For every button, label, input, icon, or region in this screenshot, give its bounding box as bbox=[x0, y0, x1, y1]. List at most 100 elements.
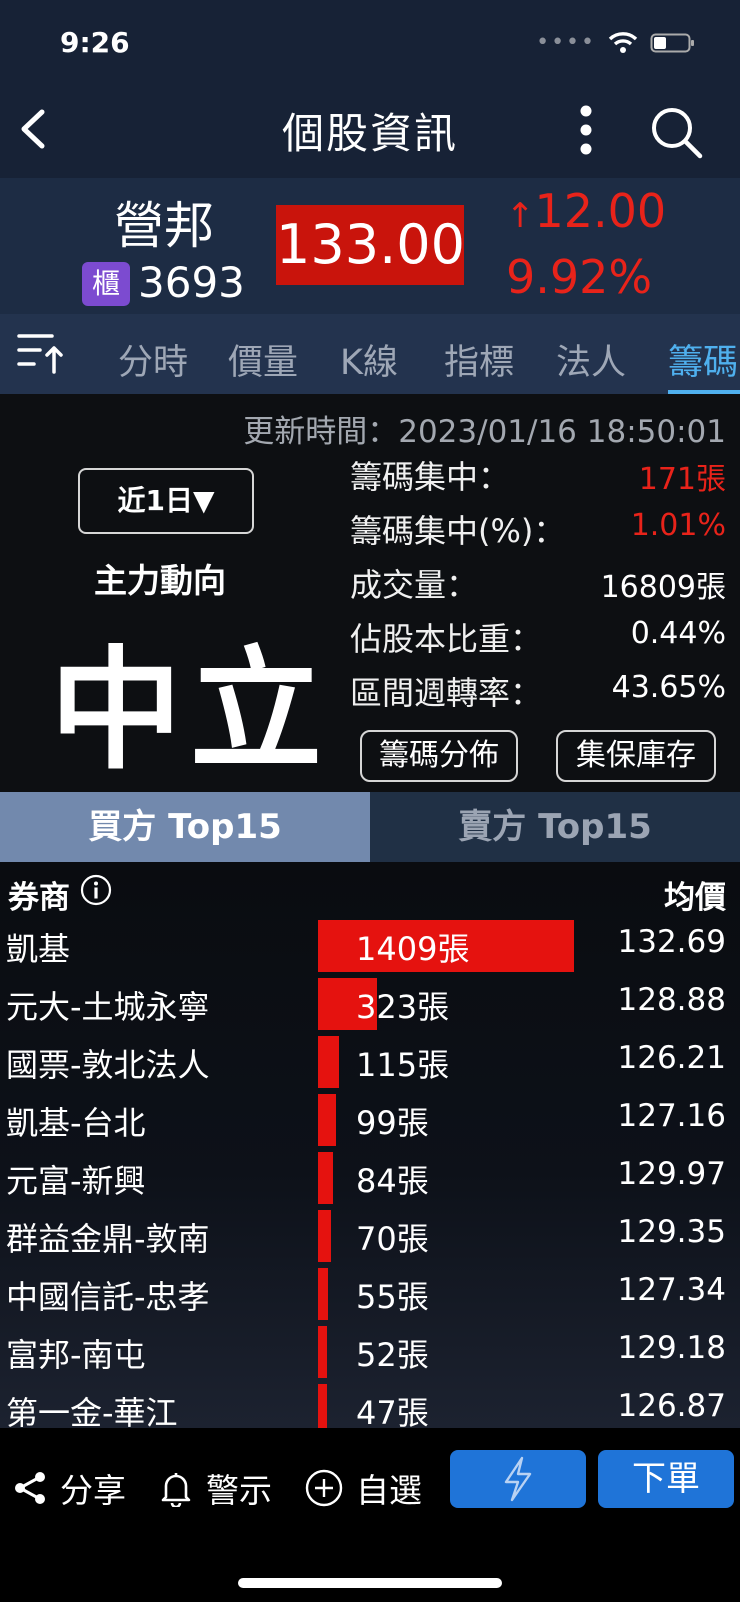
main-force-label: 主力動向 bbox=[94, 561, 226, 600]
page-title: 個股資訊 bbox=[281, 109, 458, 158]
average-price: 129.35 bbox=[617, 1214, 726, 1250]
broker-name: 中國信託-忠孝 bbox=[6, 1278, 210, 1316]
volume-bar bbox=[318, 1036, 339, 1088]
app-header: 9:26 •••• 個股資訊 bbox=[0, 0, 740, 178]
table-row[interactable]: 元富-新興 84張 129.97 bbox=[0, 1146, 740, 1204]
volume-bar bbox=[318, 1384, 327, 1428]
net-buy-quantity: 323張 bbox=[356, 988, 450, 1026]
more-options-icon[interactable] bbox=[574, 104, 598, 156]
bottom-action-bar: 分享 警示 自選 下單 bbox=[0, 1428, 740, 1602]
table-row[interactable]: 元大-土城永寧 323張 128.88 bbox=[0, 972, 740, 1030]
average-price: 126.87 bbox=[617, 1388, 726, 1424]
volume-bar bbox=[318, 1094, 336, 1146]
quick-order-button[interactable] bbox=[450, 1450, 586, 1508]
table-row[interactable]: 凱基 1409張 132.69 bbox=[0, 914, 740, 972]
stat-value-turnover: 43.65% bbox=[611, 670, 726, 705]
share-icon bbox=[15, 1472, 45, 1504]
broker-name: 第一金-華江 bbox=[6, 1394, 178, 1428]
volume-bar bbox=[318, 1152, 333, 1204]
table-row[interactable]: 國票-敦北法人 115張 126.21 bbox=[0, 1030, 740, 1088]
table-row[interactable]: 中國信託-忠孝 55張 127.34 bbox=[0, 1262, 740, 1320]
main-force-value: 中立 bbox=[50, 634, 330, 788]
share-button[interactable]: 分享 bbox=[12, 1464, 126, 1512]
period-dropdown[interactable]: 近1日▼ bbox=[78, 468, 254, 534]
bell-icon bbox=[161, 1473, 191, 1507]
broker-name: 凱基 bbox=[6, 930, 71, 968]
stat-label-concentration-pct: 籌碼集中(%)： bbox=[350, 512, 566, 550]
broker-table: 券商 均價 凱基 1409張 132.69 元大-土城永寧 323張 128.88 國票-敦… bbox=[0, 862, 740, 1428]
broker-name: 富邦-南屯 bbox=[6, 1336, 146, 1374]
battery-icon bbox=[650, 31, 696, 55]
sort-icon[interactable] bbox=[16, 330, 66, 376]
table-row[interactable]: 群益金鼎-敦南 70張 129.35 bbox=[0, 1204, 740, 1262]
net-buy-quantity: 84張 bbox=[356, 1162, 429, 1200]
price-change: ↑12.00 bbox=[506, 184, 666, 238]
volume-bar bbox=[318, 1268, 328, 1320]
custody-inventory-button[interactable]: 集保庫存 bbox=[556, 730, 716, 782]
add-circle-icon bbox=[305, 1469, 343, 1507]
stat-value-capital-ratio: 0.44% bbox=[630, 616, 726, 651]
column-header-avg-price: 均價 bbox=[664, 880, 726, 916]
alert-label: 警示 bbox=[206, 1471, 272, 1510]
buy-sell-tabs: 買方 Top15 賣方 Top15 bbox=[0, 792, 740, 862]
broker-name: 凱基-台北 bbox=[6, 1104, 146, 1142]
tab-price-volume[interactable]: 價量 bbox=[228, 334, 298, 385]
stock-code: 3693 bbox=[138, 258, 245, 307]
status-icons: •••• bbox=[536, 30, 696, 55]
average-price: 132.69 bbox=[617, 924, 726, 960]
tab-bar: 分時 價量 K線 指標 法人 籌碼 bbox=[0, 314, 740, 394]
tab-indicators[interactable]: 指標 bbox=[444, 334, 514, 385]
watchlist-button[interactable]: 自選 bbox=[304, 1464, 422, 1512]
change-percent: 9.92% bbox=[506, 250, 653, 304]
tab-intraday[interactable]: 分時 bbox=[118, 334, 188, 385]
stat-label-turnover: 區間週轉率： bbox=[350, 674, 543, 712]
volume-bar bbox=[318, 1326, 327, 1378]
broker-name: 元富-新興 bbox=[6, 1162, 146, 1200]
info-icon[interactable] bbox=[80, 874, 112, 906]
average-price: 127.34 bbox=[617, 1272, 726, 1308]
stat-label-volume: 成交量： bbox=[350, 566, 479, 604]
chip-distribution-button[interactable]: 籌碼分佈 bbox=[360, 730, 518, 782]
average-price: 129.97 bbox=[617, 1156, 726, 1192]
average-price: 129.18 bbox=[617, 1330, 726, 1366]
change-value: 12.00 bbox=[534, 184, 667, 238]
current-price: 133.00 bbox=[276, 205, 465, 285]
net-buy-quantity: 70張 bbox=[356, 1220, 429, 1258]
average-price: 128.88 bbox=[617, 982, 726, 1018]
stat-value-concentration: 171張 bbox=[638, 462, 726, 497]
column-header-broker: 券商 bbox=[8, 880, 70, 916]
broker-name: 元大-土城永寧 bbox=[6, 988, 210, 1026]
home-indicator bbox=[238, 1578, 502, 1588]
alert-button[interactable]: 警示 bbox=[158, 1464, 272, 1512]
quote-header: 營邦 櫃 3693 133.00 ↑12.00 9.92% bbox=[0, 178, 740, 314]
wifi-icon bbox=[608, 31, 638, 55]
lightning-icon bbox=[504, 1456, 532, 1502]
table-row[interactable]: 富邦-南屯 52張 129.18 bbox=[0, 1320, 740, 1378]
stock-name: 營邦 bbox=[114, 197, 214, 255]
tab-sell-top15[interactable]: 賣方 Top15 bbox=[370, 792, 740, 862]
volume-bar bbox=[318, 1210, 331, 1262]
table-row[interactable]: 第一金-華江 47張 126.87 bbox=[0, 1378, 740, 1428]
net-buy-quantity: 55張 bbox=[356, 1278, 429, 1316]
average-price: 127.16 bbox=[617, 1098, 726, 1134]
broker-name: 群益金鼎-敦南 bbox=[6, 1220, 210, 1258]
net-buy-quantity: 47張 bbox=[356, 1394, 429, 1428]
share-label: 分享 bbox=[60, 1471, 126, 1510]
average-price: 126.21 bbox=[617, 1040, 726, 1076]
net-buy-quantity: 52張 bbox=[356, 1336, 429, 1374]
net-buy-quantity: 115張 bbox=[356, 1046, 450, 1084]
chip-summary: 更新時間：2023/01/16 18:50:01 近1日▼ 主力動向 中立 籌碼… bbox=[0, 394, 740, 792]
up-arrow-icon: ↑ bbox=[506, 196, 535, 236]
tab-chip[interactable]: 籌碼 bbox=[668, 334, 738, 385]
tab-kline[interactable]: K線 bbox=[340, 334, 398, 385]
tab-buy-top15[interactable]: 買方 Top15 bbox=[0, 792, 370, 862]
place-order-button[interactable]: 下單 bbox=[598, 1450, 734, 1508]
update-time: 更新時間：2023/01/16 18:50:01 bbox=[243, 414, 726, 450]
search-icon[interactable] bbox=[648, 104, 704, 160]
table-row[interactable]: 凱基-台北 99張 127.16 bbox=[0, 1088, 740, 1146]
net-buy-quantity: 1409張 bbox=[356, 930, 470, 968]
market-badge: 櫃 bbox=[82, 262, 130, 306]
tab-institutional[interactable]: 法人 bbox=[556, 334, 626, 385]
broker-name: 國票-敦北法人 bbox=[6, 1046, 210, 1084]
stat-label-concentration: 籌碼集中： bbox=[350, 458, 511, 496]
